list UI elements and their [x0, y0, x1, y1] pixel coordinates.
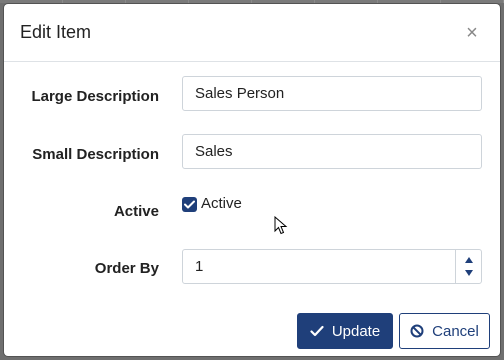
ban-icon: [410, 324, 424, 338]
small-description-label: Small Description: [32, 146, 159, 163]
small-description-value: Sales: [195, 143, 233, 160]
cancel-button[interactable]: Cancel: [399, 313, 490, 349]
active-checkbox-label[interactable]: Active: [201, 195, 242, 212]
small-description-input[interactable]: Sales: [182, 134, 482, 169]
caret-up-icon[interactable]: [465, 257, 473, 263]
order-by-input[interactable]: 1: [182, 249, 482, 284]
check-icon: [184, 200, 195, 209]
close-icon[interactable]: ×: [460, 23, 484, 43]
update-button-label: Update: [331, 322, 381, 340]
check-icon: [310, 325, 324, 337]
order-by-stepper[interactable]: [455, 249, 482, 284]
mouse-pointer-icon: [274, 216, 288, 235]
order-by-value: 1: [195, 258, 204, 275]
caret-down-icon[interactable]: [465, 270, 473, 276]
active-label: Active: [113, 203, 159, 220]
large-description-input[interactable]: Sales Person: [182, 76, 482, 111]
large-description-label: Large Description: [31, 88, 159, 105]
backdrop-grid: [0, 0, 504, 3]
modal-header: Edit Item ×: [4, 4, 500, 62]
update-button[interactable]: Update: [297, 313, 393, 349]
modal-title: Edit Item: [20, 22, 92, 42]
large-description-value: Sales Person: [195, 85, 285, 102]
active-checkbox[interactable]: [182, 197, 197, 212]
order-by-label: Order By: [94, 260, 159, 277]
edit-item-modal: Edit Item × Large Description Sales Pers…: [4, 4, 500, 356]
cancel-button-label: Cancel: [432, 322, 479, 340]
